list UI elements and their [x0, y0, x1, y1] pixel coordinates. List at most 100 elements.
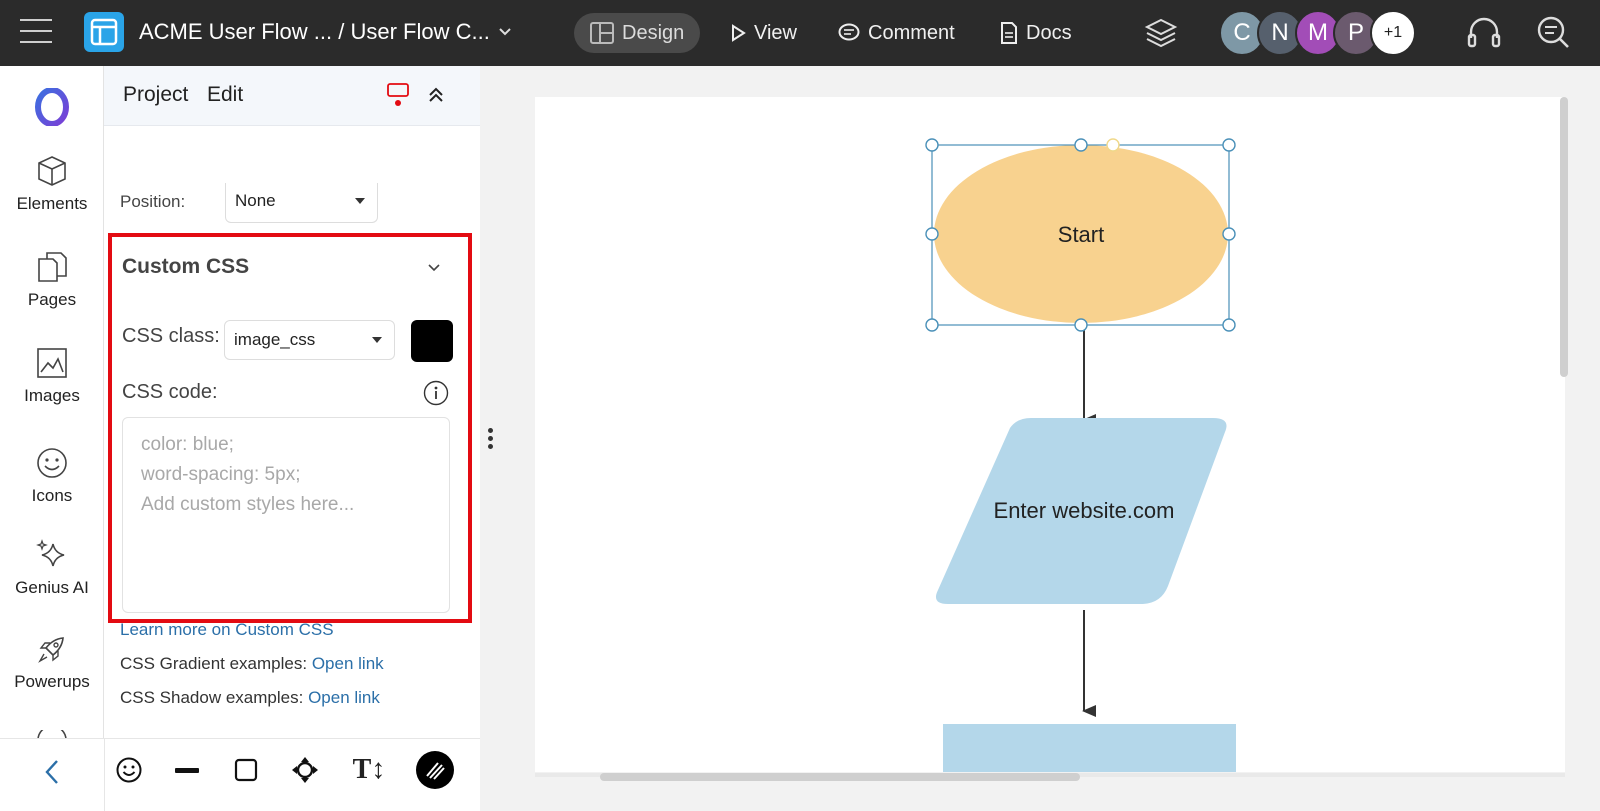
resize-handle[interactable] [925, 318, 939, 332]
rocket-icon [38, 637, 64, 663]
gradient-examples-row: CSS Gradient examples: Open link [120, 654, 384, 674]
collapse-up-icon[interactable] [427, 86, 445, 104]
view-label: View [754, 21, 797, 44]
shadow-examples-label: CSS Shadow examples: [120, 688, 304, 707]
design-mode-button[interactable]: Design [574, 13, 701, 53]
rectangle-tool-button[interactable] [229, 753, 263, 787]
info-icon[interactable] [423, 380, 449, 406]
hamburger-menu-icon[interactable] [20, 19, 52, 45]
css-class-select[interactable]: image_css [224, 320, 395, 360]
css-code-textarea[interactable]: color: blue; word-spacing: 5px; Add cust… [122, 417, 450, 613]
resize-handle[interactable] [1222, 318, 1236, 332]
record-icon[interactable] [386, 82, 410, 108]
comment-label: Comment [868, 21, 955, 44]
pages-icon [38, 252, 67, 282]
properties-panel: Project Edit Position: None Custom CSS C… [104, 66, 480, 811]
headset-icon[interactable] [1466, 16, 1502, 50]
layout-icon [590, 22, 614, 44]
sidebar-item-label: Images [24, 386, 80, 405]
sidebar-item-genius-ai[interactable]: Genius AI [0, 538, 104, 598]
placeholder-line: word-spacing: 5px; [141, 464, 301, 485]
chevron-down-icon[interactable] [496, 22, 514, 40]
docs-label: Docs [1026, 21, 1072, 44]
color-swatch[interactable] [411, 320, 453, 362]
smiley-icon [116, 757, 142, 783]
design-canvas[interactable]: Start Enter website.com [535, 97, 1565, 772]
text-tool-button[interactable]: T↕ [349, 753, 389, 787]
document-title[interactable]: ACME User Flow ... / User Flow C... [139, 19, 490, 45]
resize-handle[interactable] [925, 227, 939, 241]
comment-icon [838, 23, 860, 41]
connector-icon [292, 757, 318, 783]
resize-handle[interactable] [1222, 138, 1236, 152]
resize-handle[interactable] [925, 138, 939, 152]
app-logo-icon[interactable] [84, 12, 124, 52]
sidebar-item-label: Icons [31, 486, 73, 505]
back-arrow-icon[interactable] [40, 757, 64, 787]
tab-edit[interactable]: Edit [207, 83, 243, 107]
view-mode-button[interactable]: View [714, 13, 813, 53]
image-icon [37, 348, 67, 378]
gradient-open-link[interactable]: Open link [312, 654, 384, 673]
chevron-down-icon[interactable] [426, 259, 442, 275]
process-rectangle[interactable] [943, 724, 1236, 772]
sidebar-item-images[interactable]: Images [0, 346, 104, 406]
design-label: Design [622, 21, 685, 44]
sidebar-item-label: Powerups [14, 672, 90, 691]
start-label: Start [1058, 222, 1104, 247]
input-label: Enter website.com [994, 498, 1175, 523]
resize-handle[interactable] [1074, 318, 1088, 332]
position-select[interactable]: None [225, 183, 378, 223]
smiley-icon [37, 448, 67, 478]
layers-icon[interactable] [1144, 16, 1178, 50]
sidebar-item-pages[interactable]: Pages [0, 250, 104, 310]
learn-more-link[interactable]: Learn more on Custom CSS [120, 620, 334, 640]
line-tool-button[interactable] [170, 753, 204, 787]
sidebar-item-powerups[interactable]: Powerups [0, 632, 104, 692]
flowchart: Start Enter website.com [925, 138, 1236, 772]
connector-tool-button[interactable] [288, 753, 322, 787]
horizontal-scrollbar[interactable] [600, 773, 1080, 781]
pen-scribble-icon [426, 762, 445, 780]
comment-mode-button[interactable]: Comment [822, 13, 971, 53]
gradient-examples-label: CSS Gradient examples: [120, 654, 308, 673]
brand-logo-icon [35, 88, 69, 126]
custom-css-section: Custom CSS CSS class: image_css CSS code… [108, 233, 472, 623]
css-code-label: CSS code: [122, 381, 218, 403]
css-class-value: image_css [234, 330, 316, 349]
cube-icon [38, 156, 66, 186]
shadow-examples-row: CSS Shadow examples: Open link [120, 688, 380, 708]
docs-button[interactable]: Docs [984, 13, 1088, 53]
resize-handle[interactable] [1222, 227, 1236, 241]
sidebar-item-elements[interactable]: Elements [0, 154, 104, 214]
sidebar-item-icons[interactable]: Icons [0, 446, 104, 506]
dropdown-caret-icon [372, 337, 382, 343]
dropdown-caret-icon [355, 198, 365, 204]
left-sidebar: Elements Pages Images Icons Genius AI Po… [0, 66, 104, 811]
tab-project[interactable]: Project [123, 83, 188, 107]
search-icon[interactable] [1535, 14, 1571, 50]
sidebar-item-label: Elements [16, 194, 88, 213]
divider [104, 739, 105, 811]
panel-resize-handle[interactable] [488, 428, 494, 452]
top-bar: ACME User Flow ... / User Flow C... Desi… [0, 0, 1600, 66]
resize-handle[interactable] [1074, 138, 1088, 152]
shadow-open-link[interactable]: Open link [308, 688, 380, 707]
placeholder-line: Add custom styles here... [141, 494, 355, 515]
square-icon [234, 758, 258, 782]
panel-tabs: Project Edit [104, 66, 480, 126]
custom-css-header[interactable]: Custom CSS [122, 255, 249, 279]
css-class-label: CSS class: [122, 325, 220, 347]
play-icon [732, 24, 746, 42]
position-label: Position: [120, 192, 186, 211]
rotate-handle[interactable] [1106, 138, 1120, 152]
draw-tool-button[interactable] [416, 751, 454, 789]
vertical-scrollbar[interactable] [1560, 97, 1568, 377]
sparkle-icon [36, 539, 65, 567]
sidebar-item-label: Genius AI [15, 578, 89, 597]
placeholder-line: color: blue; [141, 434, 234, 455]
bottom-toolbar: T↕ [0, 738, 480, 811]
document-icon [1001, 22, 1017, 44]
more-collaborators-badge[interactable]: +1 [1370, 10, 1416, 56]
emoji-tool-button[interactable] [112, 753, 146, 787]
